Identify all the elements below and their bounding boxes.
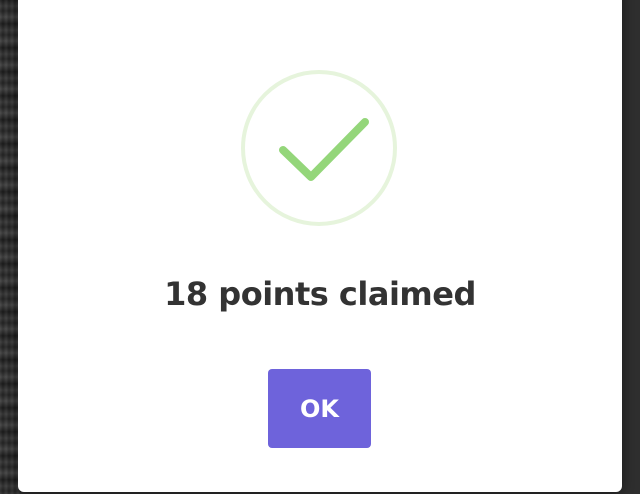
- ok-button[interactable]: OK: [268, 369, 371, 448]
- claimed-points-message: 18 points claimed: [164, 275, 476, 313]
- success-dialog: 18 points claimed OK: [18, 0, 622, 492]
- success-icon-ring: [241, 70, 397, 226]
- checkmark-icon: [279, 118, 369, 181]
